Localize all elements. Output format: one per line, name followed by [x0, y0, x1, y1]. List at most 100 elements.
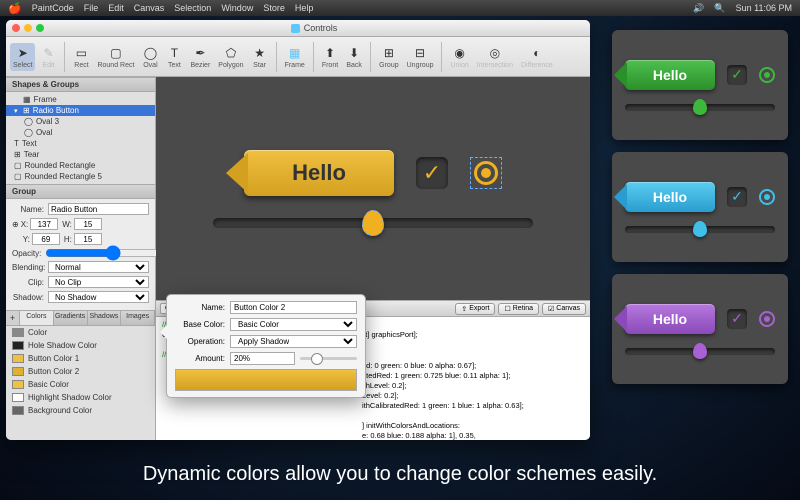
- tool-back[interactable]: ⬇Back: [343, 43, 365, 71]
- hello-button-shape[interactable]: Hello: [244, 150, 394, 196]
- back-icon: ⬇: [346, 45, 362, 61]
- menu-canvas[interactable]: Canvas: [134, 3, 165, 13]
- y-input[interactable]: [32, 233, 60, 245]
- preview-hello-button: Hello: [625, 182, 715, 212]
- sidebar: Shapes & Groups ▦ Frame ▾⊞ Radio Button …: [6, 77, 156, 440]
- close-icon[interactable]: [12, 24, 20, 32]
- tool-polygon[interactable]: ⬠Polygon: [215, 43, 246, 71]
- menu-help[interactable]: Help: [295, 3, 314, 13]
- menu-edit[interactable]: Edit: [108, 3, 124, 13]
- tool-rect[interactable]: ▭Rect: [70, 43, 92, 71]
- radio-button-selection[interactable]: [470, 157, 502, 189]
- canvas-toggle[interactable]: ☑ Canvas: [542, 303, 586, 315]
- preview-slider: [625, 348, 775, 355]
- spotlight-icon[interactable]: 🔍: [714, 3, 725, 14]
- color-row[interactable]: Basic Color: [6, 378, 155, 391]
- tool-group[interactable]: ⊞Group: [376, 43, 401, 71]
- color-name: Button Color 1: [28, 354, 79, 363]
- tool-front[interactable]: ⬆Front: [319, 43, 341, 71]
- minimize-icon[interactable]: [24, 24, 32, 32]
- color-row[interactable]: Hole Shadow Color: [6, 339, 155, 352]
- shadow-select[interactable]: No Shadow: [48, 291, 149, 303]
- tree-item-text[interactable]: T Text: [6, 138, 155, 149]
- slider-knob-shape[interactable]: [362, 210, 384, 236]
- pop-amt-label: Amount:: [175, 354, 225, 363]
- shape-tree: ▦ Frame ▾⊞ Radio Button ◯ Oval 3 ◯ Oval …: [6, 92, 155, 184]
- tab-gradients[interactable]: Gradients: [54, 311, 88, 325]
- clip-select[interactable]: No Clip: [48, 276, 149, 288]
- h-label: H:: [64, 235, 72, 244]
- tree-item-rr[interactable]: ▢ Rounded Rectangle: [6, 160, 155, 171]
- zoom-icon[interactable]: [36, 24, 44, 32]
- y-label: Y:: [23, 235, 30, 244]
- edit-icon: ✎: [40, 45, 56, 61]
- tool-ungroup[interactable]: ⊟Ungroup: [404, 43, 437, 71]
- tool-union[interactable]: ◉Union: [447, 43, 471, 71]
- pop-base-select[interactable]: Basic Color: [230, 318, 357, 331]
- tree-item-tear[interactable]: ⊞ Tear: [6, 149, 155, 160]
- add-tab-button[interactable]: +: [6, 311, 20, 325]
- tool-frame[interactable]: ▦Frame: [282, 43, 308, 71]
- tree-item-frame[interactable]: ▦ Frame: [6, 94, 155, 105]
- color-row[interactable]: Background Color: [6, 404, 155, 417]
- pop-name-input[interactable]: [230, 301, 357, 314]
- tool-text[interactable]: TText: [163, 43, 185, 71]
- pop-amt-slider[interactable]: [300, 357, 357, 360]
- canvas[interactable]: Hello ✓: [156, 77, 590, 300]
- color-row[interactable]: Button Color 1: [6, 352, 155, 365]
- retina-toggle[interactable]: ☐ Retina: [498, 303, 539, 315]
- h-input[interactable]: [74, 233, 102, 245]
- export-button[interactable]: ⇪ Export: [455, 303, 495, 315]
- pop-op-select[interactable]: Apply Shadow: [230, 335, 357, 348]
- pop-color-swatch[interactable]: [175, 369, 357, 391]
- clock[interactable]: Sun 11:06 PM: [736, 3, 792, 13]
- preview-hello-button: Hello: [625, 304, 715, 334]
- tab-images[interactable]: Images: [121, 311, 155, 325]
- color-row[interactable]: Highlight Shadow Color: [6, 391, 155, 404]
- tool-edit[interactable]: ✎Edit: [37, 43, 59, 71]
- color-swatch-icon: [12, 393, 24, 402]
- tree-item-radio-button[interactable]: ▾⊞ Radio Button: [6, 105, 155, 116]
- tool-oval[interactable]: ◯Oval: [139, 43, 161, 71]
- preview-checkbox: ✓: [727, 309, 747, 329]
- menu-store[interactable]: Store: [263, 3, 285, 13]
- preview-radio: [759, 189, 775, 205]
- color-row[interactable]: Color: [6, 326, 155, 339]
- apple-icon[interactable]: 🍎: [8, 2, 22, 15]
- pop-name-label: Name:: [175, 303, 225, 312]
- tab-shadows[interactable]: Shadows: [88, 311, 122, 325]
- menu-file[interactable]: File: [84, 3, 99, 13]
- tree-item-oval3[interactable]: ◯ Oval 3: [6, 116, 155, 127]
- tool-difference[interactable]: ◐Difference: [518, 43, 556, 71]
- slider-shape[interactable]: [213, 218, 533, 228]
- color-name: Basic Color: [28, 380, 69, 389]
- tool-intersection[interactable]: ◎Intersection: [474, 43, 516, 71]
- tool-bezier[interactable]: ✒Bezier: [187, 43, 213, 71]
- tool-select[interactable]: ➤Select: [10, 43, 35, 71]
- menu-window[interactable]: Window: [221, 3, 253, 13]
- color-row[interactable]: Button Color 2: [6, 365, 155, 378]
- titlebar: Controls: [6, 20, 590, 37]
- menu-selection[interactable]: Selection: [174, 3, 211, 13]
- library-tabs: + Colors Gradients Shadows Images: [6, 310, 155, 326]
- tool-roundrect[interactable]: ▢Round Rect: [94, 43, 137, 71]
- tool-star[interactable]: ★Star: [249, 43, 271, 71]
- name-input[interactable]: [48, 203, 149, 215]
- tab-colors[interactable]: Colors: [20, 311, 54, 325]
- preview-thumbnail: Hello ✓: [612, 274, 788, 384]
- volume-icon[interactable]: 🔊: [693, 3, 704, 14]
- checkbox-shape[interactable]: ✓: [416, 157, 448, 189]
- clip-label: Clip:: [12, 278, 44, 287]
- difference-icon: ◐: [529, 45, 545, 61]
- w-input[interactable]: [74, 218, 102, 230]
- color-swatch-icon: [12, 341, 24, 350]
- window-title: Controls: [291, 23, 338, 33]
- pop-amt-input[interactable]: [230, 352, 295, 365]
- tree-item-rr5[interactable]: ▢ Rounded Rectangle 5: [6, 171, 155, 182]
- color-name: Button Color 2: [28, 367, 79, 376]
- color-swatch-icon: [12, 406, 24, 415]
- blending-select[interactable]: Normal: [48, 261, 149, 273]
- tree-item-oval[interactable]: ◯ Oval: [6, 127, 155, 138]
- app-name[interactable]: PaintCode: [32, 3, 74, 13]
- x-input[interactable]: [30, 218, 58, 230]
